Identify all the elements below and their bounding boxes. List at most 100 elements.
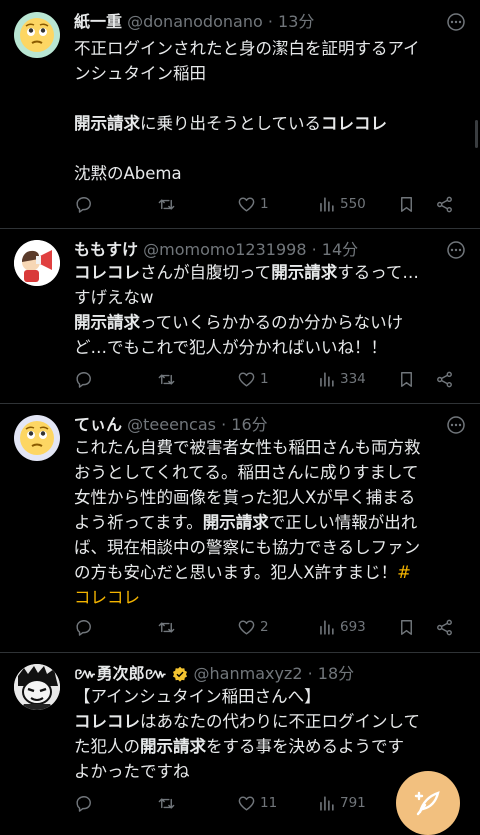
repost-icon xyxy=(157,618,176,637)
text-segment: 女性から性的画像を貰った犯人Xが早く捕まる xyxy=(74,488,416,507)
tweet-text-line: コレコレはあなたの代わりに不正ログインして xyxy=(74,709,466,734)
user-handle[interactable]: @hanmaxyz2 xyxy=(194,664,303,683)
display-name[interactable]: ももすけ xyxy=(74,240,138,259)
like-button[interactable]: 11 xyxy=(237,792,277,814)
like-icon xyxy=(237,618,256,637)
worried-face-emoji-avatar[interactable] xyxy=(14,415,60,461)
display-name[interactable]: てぃん xyxy=(74,415,122,434)
text-segment: をする事を決めるようです xyxy=(206,737,404,756)
repost-icon xyxy=(157,195,176,214)
tweet-text: 不正ログインされたと身の潔白を証明するアイ ンシュタイン稲田 開示請求に乗り出そう… xyxy=(74,36,466,186)
views-icon xyxy=(317,195,336,214)
reply-icon xyxy=(74,370,93,389)
views-count: 550 xyxy=(340,196,366,212)
reply-icon xyxy=(74,794,93,813)
tweet-header: 紙一重 @donanodonano · 13分 xyxy=(74,10,436,34)
share-button[interactable] xyxy=(435,193,454,215)
user-handle[interactable]: @donanodonano xyxy=(127,12,263,31)
repost-button[interactable] xyxy=(157,616,176,638)
views-icon xyxy=(317,618,336,637)
tweet-text-line: コレコレ xyxy=(74,585,466,610)
reply-button[interactable] xyxy=(74,368,93,390)
user-handle[interactable]: @momomo1231998 xyxy=(143,240,306,259)
views-count: 334 xyxy=(340,371,366,387)
tweet-text-line xyxy=(74,86,466,111)
text-segment: よかったですね xyxy=(74,762,190,781)
timestamp[interactable]: 16分 xyxy=(231,415,267,434)
tweet-text-line: これたん自費で被害者女性も稲田さんも両方救 xyxy=(74,435,466,460)
bookmark-button[interactable] xyxy=(397,193,416,215)
timestamp[interactable]: 14分 xyxy=(322,240,358,259)
text-segment: すげえなw xyxy=(74,288,154,307)
more-options-icon[interactable] xyxy=(446,12,466,32)
more-options-icon[interactable] xyxy=(446,240,466,260)
tweet[interactable]: てぃん @teeencas · 16分 これたん自費で被害者女性も稲田さんも両方… xyxy=(0,403,480,653)
user-handle[interactable]: @teeencas xyxy=(127,415,216,434)
like-button[interactable]: 1 xyxy=(237,368,269,390)
tweet-text: 【アインシュタイン稲田さんへ】 コレコレはあなたの代わりに不正ログインしてた犯人の… xyxy=(74,684,466,784)
manga-character-avatar[interactable] xyxy=(14,664,60,710)
bold-keyword: 開示請求 xyxy=(74,114,140,133)
tweet-text-line: 開示請求に乗り出そうとしているコレコレ xyxy=(74,111,466,136)
views-count: 791 xyxy=(340,795,366,811)
bookmark-button[interactable] xyxy=(397,368,416,390)
text-segment: おうとしてくれてる。稲田さんに成りすまして xyxy=(74,463,419,482)
display-name[interactable]: ៚勇次郎៚ xyxy=(74,664,167,683)
tweet-text-line: 開示請求っていくらかかるのか分からないけ xyxy=(74,310,466,335)
separator-dot: · xyxy=(267,12,273,31)
text-segment: た犯人の xyxy=(74,737,140,756)
tweet-text: これたん自費で被害者女性も稲田さんも両方救おうとしてくれてる。稲田さんに成りすま… xyxy=(74,435,466,610)
more-options-icon[interactable] xyxy=(446,415,466,435)
compose-feather-icon xyxy=(414,791,440,816)
tweet-text-line: 【アインシュタイン稲田さんへ】 xyxy=(74,684,466,709)
compose-post-button[interactable] xyxy=(396,771,460,835)
tweet-text-line: 不正ログインされたと身の潔白を証明するアイ xyxy=(74,36,466,61)
display-name[interactable]: 紙一重 xyxy=(74,12,122,31)
repost-button[interactable] xyxy=(157,368,176,390)
timestamp[interactable]: 18分 xyxy=(318,664,354,683)
tweet[interactable]: ももすけ @momomo1231998 · 14分 コレコレさんが自腹切って開示… xyxy=(0,228,480,404)
text-segment: するって… xyxy=(337,263,419,282)
tweet-text-line: ば、現在相談中の警察にも協力できるしファン xyxy=(74,535,466,560)
tweet[interactable]: 紙一重 @donanodonano · 13分 不正ログインされたと身の潔白を証… xyxy=(0,0,480,229)
tweet-text: コレコレさんが自腹切って開示請求するって… すげえなw 開示請求っていくらかかるのか… xyxy=(74,260,466,360)
tweet-text-line: おうとしてくれてる。稲田さんに成りすまして xyxy=(74,460,466,485)
scrollbar[interactable] xyxy=(475,120,478,148)
views-count: 693 xyxy=(340,619,366,635)
repost-button[interactable] xyxy=(157,193,176,215)
like-count: 11 xyxy=(260,795,278,811)
tweet-text-line: よう祈ってます。開示請求で正しい情報が出れ xyxy=(74,510,466,535)
megaphone-girl-avatar[interactable] xyxy=(14,240,60,286)
views-button[interactable]: 334 xyxy=(317,368,366,390)
tweet-text-line: コレコレさんが自腹切って開示請求するって… xyxy=(74,260,466,285)
reply-button[interactable] xyxy=(74,616,93,638)
repost-button[interactable] xyxy=(157,792,176,814)
hashtag-link[interactable]: コレコレ xyxy=(74,588,140,607)
share-button[interactable] xyxy=(435,368,454,390)
bookmark-icon xyxy=(397,618,416,637)
views-button[interactable]: 693 xyxy=(317,616,366,638)
reply-button[interactable] xyxy=(74,792,93,814)
share-icon xyxy=(435,618,454,637)
bold-keyword: コレコレ xyxy=(74,712,140,731)
hashtag-link[interactable]: # xyxy=(397,563,411,582)
text-segment: ば、現在相談中の警察にも協力できるしファン xyxy=(74,538,421,557)
views-button[interactable]: 791 xyxy=(317,792,366,814)
separator-dot: · xyxy=(307,664,313,683)
bookmark-button[interactable] xyxy=(397,616,416,638)
like-count: 1 xyxy=(260,196,269,212)
tweet-actions: 1 334 xyxy=(74,368,466,390)
timestamp[interactable]: 13分 xyxy=(278,12,314,31)
reply-button[interactable] xyxy=(74,193,93,215)
worried-face-emoji-avatar[interactable] xyxy=(14,12,60,58)
bookmark-icon xyxy=(397,195,416,214)
like-button[interactable]: 2 xyxy=(237,616,269,638)
like-icon xyxy=(237,195,256,214)
like-button[interactable]: 1 xyxy=(237,193,269,215)
share-button[interactable] xyxy=(435,616,454,638)
views-button[interactable]: 550 xyxy=(317,193,366,215)
tweet-text-line: ンシュタイン稲田 xyxy=(74,61,466,86)
repost-icon xyxy=(157,370,176,389)
text-segment: よう祈ってます。 xyxy=(74,513,203,532)
text-segment: 沈黙のAbema xyxy=(74,164,182,183)
